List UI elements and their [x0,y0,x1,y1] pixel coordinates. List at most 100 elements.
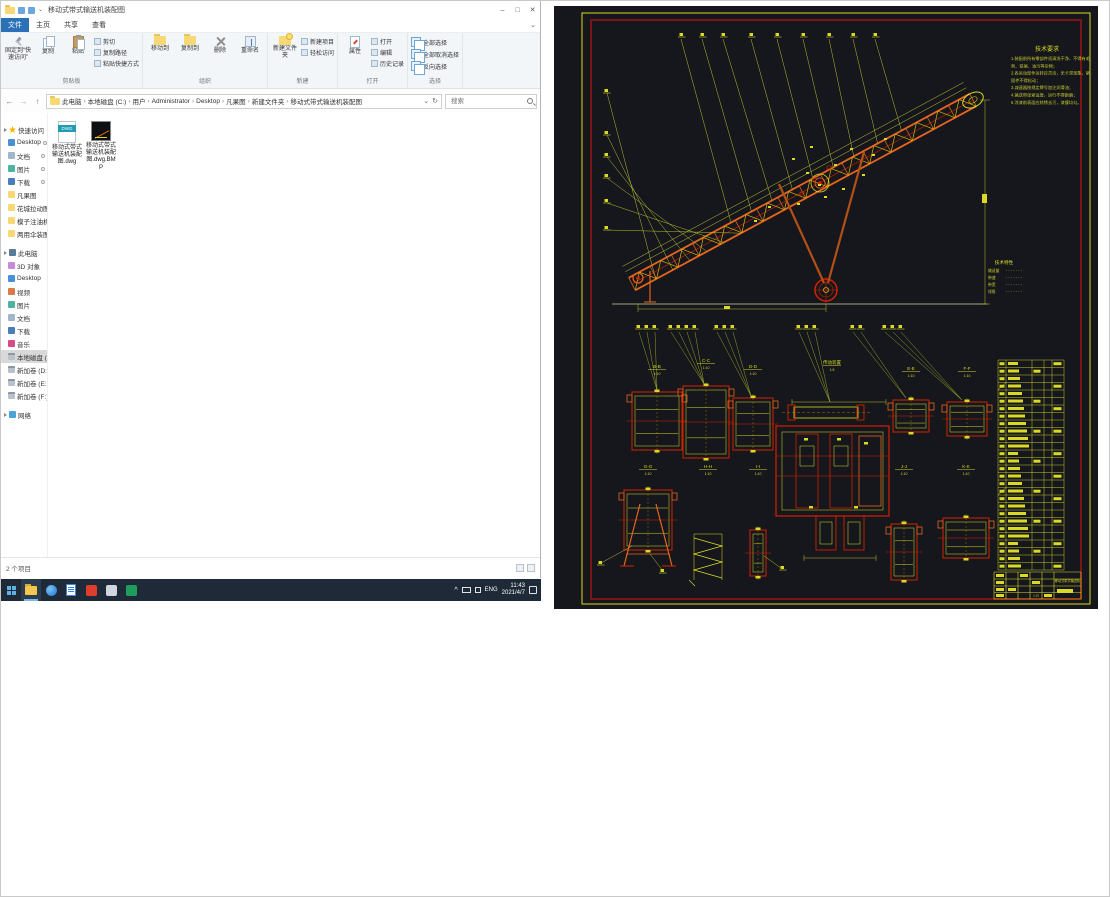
tech-requirements-line: 1.装配前所有零部件须清洗干净，不得有毛 [1011,55,1091,62]
search-input[interactable] [449,96,527,106]
folder-icon [8,230,15,237]
select-all-button[interactable]: 全部选择 [411,37,459,51]
ribbon-group-clipboard: 固定到“快速访问” 复制 粘贴 剪切 复制路径 粘贴快捷方式 剪贴板 [1,33,144,88]
delete-button[interactable]: 删除 [206,35,234,55]
copy-to-button[interactable]: 复制到 [176,34,204,53]
sidebar-item-pictures[interactable]: 图片 [1,162,47,175]
qat-customize-icon[interactable]: ⌄ [38,7,43,13]
history-button[interactable]: 历史记录 [371,59,404,68]
breadcrumb-segment[interactable]: Desktop [196,98,220,105]
expander-icon[interactable] [4,127,7,132]
sidebar-item-drive-d[interactable]: 新加卷 (D:) [1,363,47,376]
sidebar-item-desktop[interactable]: Desktop [1,136,47,149]
title-block-scale: 1:10 [1033,594,1039,598]
clock[interactable]: 11:43 2021/4/7 [502,583,525,596]
pin-icon [42,140,47,145]
qat-properties-icon[interactable] [18,6,25,14]
expander-icon[interactable] [4,250,7,255]
language-indicator[interactable]: ENG [485,587,498,593]
address-dropdown-icon[interactable]: ⌄ [423,97,429,105]
ribbon-expand-icon[interactable]: ⌄ [530,21,536,29]
open-button[interactable]: 打开 [371,37,404,46]
sidebar-item-this-pc[interactable]: 此电脑 [1,246,47,259]
up-button[interactable]: ↑ [32,97,43,106]
tray-app-icon[interactable] [474,587,481,593]
taskbar-green-app-button[interactable] [121,579,141,601]
sidebar-item-local-disk-c[interactable]: 本地磁盘 (C:) [1,350,47,363]
taskbar-explorer-button[interactable] [21,579,41,601]
sidebar-item-3d-objects[interactable]: 3D 对象 [1,259,47,272]
sidebar-item-folder[interactable]: 凡果图 [1,188,47,201]
sidebar-item-folder[interactable]: 模子注油机图 [1,214,47,227]
new-folder-button[interactable]: 新建文件夹 [271,33,299,60]
easy-access-icon [301,49,309,56]
cut-button[interactable]: 剪切 [94,37,139,46]
time: 11:43 [510,583,525,590]
copy-path-button[interactable]: 复制路径 [94,48,139,57]
notification-center-icon[interactable] [529,586,537,594]
breadcrumb-segment[interactable]: 此电脑 [62,96,82,106]
new-item-button[interactable]: 新建项目 [301,37,334,46]
tab-share[interactable]: 共享 [57,18,85,32]
breadcrumb-segment[interactable]: 用户 [132,96,145,106]
sidebar-item-network[interactable]: 网络 [1,408,47,421]
pin-quick-access-button[interactable]: 固定到“快速访问” [4,35,32,62]
rename-button[interactable]: 重命名 [236,35,264,55]
breadcrumb-segment[interactable]: 移动式带式输送机装配图 [291,96,363,106]
tab-view[interactable]: 查看 [85,18,113,32]
refresh-icon[interactable]: ↻ [432,97,438,105]
minimize-button[interactable]: – [495,1,510,19]
close-button[interactable]: ✕ [525,1,540,19]
start-button[interactable] [1,579,21,601]
file-item-dwg[interactable]: DWG 移动式带式输送机装配图.dwg [52,121,82,167]
select-none-button[interactable]: 全部取消选择 [411,49,459,63]
hidden-icons-chevron[interactable]: ^ [454,587,457,594]
qat-newfolder-icon[interactable] [28,6,35,14]
sidebar-item-drive-f[interactable]: 新加卷 (F:) [1,389,47,402]
back-button[interactable]: ← [4,97,15,106]
sidebar-item-documents[interactable]: 文档 [1,311,47,324]
taskbar-grey-app-button[interactable] [101,579,121,601]
sidebar-item-music[interactable]: 音乐 [1,337,47,350]
forward-button[interactable]: → [18,97,29,106]
sidebar-item-drive-e[interactable]: 新加卷 (E:) [1,376,47,389]
paste-shortcut-button[interactable]: 粘贴快捷方式 [94,59,139,68]
breadcrumb-segment[interactable]: Administrator [152,98,190,105]
sidebar-item-documents[interactable]: 文档 [1,149,47,162]
tab-file[interactable]: 文件 [1,18,29,32]
dwg-file-icon: DWG [58,121,76,143]
search-box[interactable] [445,93,537,109]
sidebar-item-folder[interactable]: 两用伞装图 [1,227,47,240]
breadcrumb-segment[interactable]: 本地磁盘 (C:) [88,96,127,106]
sidebar-item-quick-access[interactable]: 快速访问 [1,123,47,136]
taskbar-browser-button[interactable] [41,579,61,601]
sidebar-item-downloads[interactable]: 下载 [1,324,47,337]
edit-button[interactable]: 编辑 [371,48,404,57]
breadcrumb-segment[interactable]: 新建文件夹 [252,96,285,106]
copy-button[interactable]: 复制 [34,35,62,56]
taskbar-document-app-button[interactable] [61,579,81,601]
explorer-main: 快速访问 Desktop 文档 图片 下载 凡果图 花城拉动图 模子注油机图 两… [1,113,540,557]
sidebar-item-pictures[interactable]: 图片 [1,298,47,311]
green-app-icon [125,584,137,596]
maximize-button[interactable]: □ [510,1,525,19]
expander-icon[interactable] [4,412,7,417]
address-bar[interactable]: 此电脑 › 本地磁盘 (C:) › 用户 › Administrator › Deskt… [46,93,442,109]
easy-access-button[interactable]: 轻松访问 [301,48,334,57]
taskbar-red-app-button[interactable] [81,579,101,601]
properties-button[interactable]: 属性 [341,35,369,56]
details-view-icon[interactable] [516,564,524,572]
tab-home[interactable]: 主页 [29,18,57,32]
sidebar-item-folder[interactable]: 花城拉动图 [1,201,47,214]
sidebar-item-videos[interactable]: 视频 [1,285,47,298]
sidebar-item-downloads[interactable]: 下载 [1,175,47,188]
move-to-button[interactable]: 移动到 [146,34,174,53]
file-item-bmp[interactable]: 移动式带式输送机装配图.dwg.BMP [86,121,116,172]
paste-button[interactable]: 粘贴 [64,35,92,56]
sidebar-item-desktop[interactable]: Desktop [1,272,47,285]
network-icon [9,411,16,418]
thumbnails-view-icon[interactable] [527,564,535,572]
invert-selection-button[interactable]: 反向选择 [411,61,459,75]
touch-keyboard-icon[interactable] [461,587,471,593]
breadcrumb-segment[interactable]: 凡果图 [226,96,246,106]
